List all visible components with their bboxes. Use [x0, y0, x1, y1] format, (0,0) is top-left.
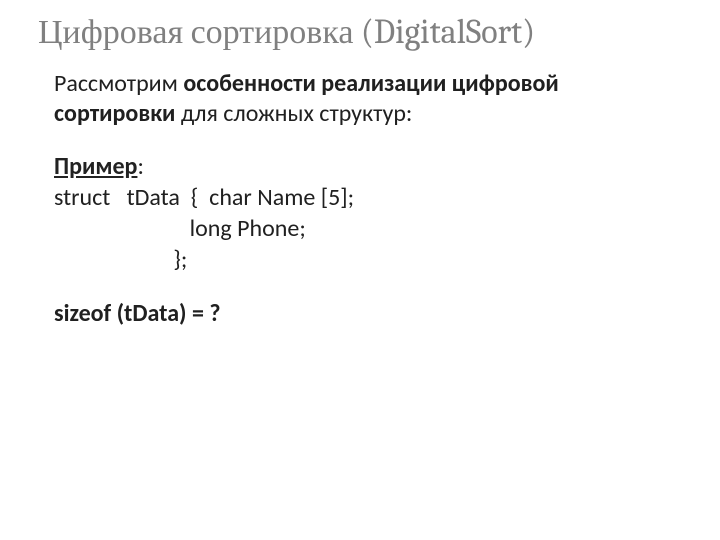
- intro-prefix: Рассмотрим: [54, 69, 183, 98]
- slide: Цифровая сортировка (DigitalSort) Рассмо…: [0, 0, 720, 540]
- example-block: Пример: struct tData { char Name [5]; lo…: [54, 152, 666, 275]
- intro-paragraph: Рассмотрим особенности реализации цифров…: [54, 69, 666, 128]
- sizeof-question: sizeof (tData) = ?: [54, 299, 666, 328]
- example-label: Пример: [54, 152, 137, 181]
- intro-suffix: для сложных структур:: [175, 99, 412, 128]
- code-line-3: };: [54, 245, 666, 274]
- code-line-1: struct tData { char Name [5];: [54, 183, 666, 212]
- example-colon: :: [137, 152, 143, 181]
- slide-title: Цифровая сортировка (DigitalSort): [38, 14, 682, 51]
- slide-body: Рассмотрим особенности реализации цифров…: [38, 69, 682, 327]
- code-line-2: long Phone;: [54, 214, 666, 243]
